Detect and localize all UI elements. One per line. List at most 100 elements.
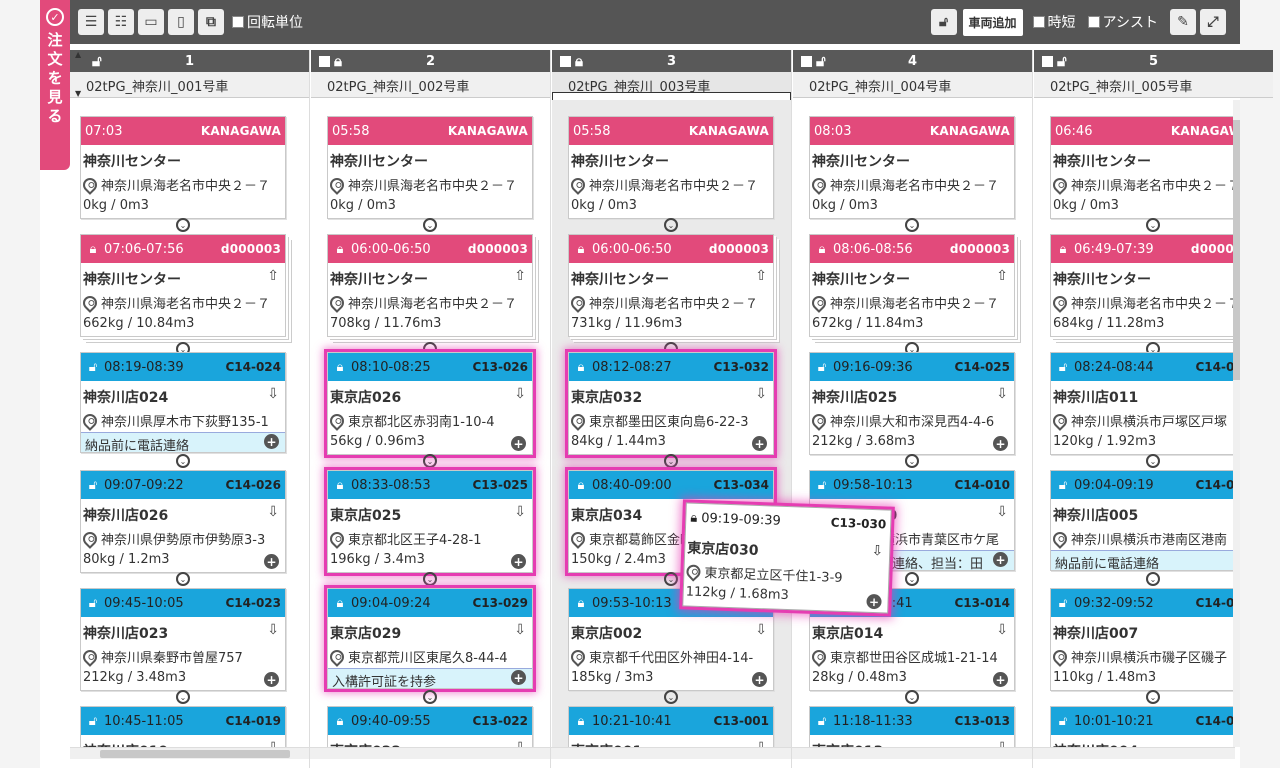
chevron-down-circle-icon[interactable]: ⌄ xyxy=(423,454,437,468)
lock-icon[interactable]: 🔓︎ xyxy=(85,595,101,611)
trip-card[interactable]: 🔒︎ 08:06-08:56 d000003 神奈川センター ⇧ 神奈川県海老名市中央２－… xyxy=(809,234,1015,337)
lock-icon[interactable]: 🔓︎ xyxy=(1055,713,1071,729)
link-view-icon[interactable]: ⧉ xyxy=(198,9,224,35)
lock-icon[interactable]: 🔒︎ xyxy=(814,241,830,257)
lock-icon[interactable]: 🔒︎ xyxy=(575,52,583,70)
stop-card[interactable]: 🔓︎ 08:19-08:39 C14-024 神奈川店024 ⇩ 神奈川県厚木市下荻野13… xyxy=(80,352,286,454)
stop-card[interactable]: 🔓︎ 09:07-09:22 C14-026 神奈川店026 ⇩ 神奈川県伊勢原市伊勢原3… xyxy=(80,470,286,573)
trip-card[interactable]: 🔒︎ 06:00-06:50 d000003 神奈川センター ⇧ 神奈川県海老名市中央２－… xyxy=(327,234,533,337)
chevron-down-circle-icon[interactable]: ⌄ xyxy=(1146,218,1160,232)
lock-icon[interactable]: 🔓︎ xyxy=(1055,477,1071,493)
plus-circle-icon[interactable]: + xyxy=(752,436,767,451)
lock-icon[interactable]: 🔓︎ xyxy=(85,713,101,729)
checkbox-box[interactable] xyxy=(232,16,244,28)
vehicle-column-header[interactable]: 🔒︎ 3 02tPG_神奈川_003号車 xyxy=(552,50,791,100)
row-scroll-arrows[interactable]: ▲ ▼ xyxy=(75,50,87,98)
depot-card[interactable]: 06:46 KANAGAWA 神奈川センター神奈川県海老名市中央２－７ 0kg / 0… xyxy=(1050,116,1235,219)
lock-icon[interactable]: 🔓︎ xyxy=(85,359,101,375)
chevron-down-circle-icon[interactable]: ⌄ xyxy=(664,218,678,232)
vehicle-column-header[interactable]: 🔓︎ 5 02tPG_神奈川_005号車 xyxy=(1034,50,1273,100)
chevron-down-circle-icon[interactable]: ⌄ xyxy=(664,690,678,704)
stop-card[interactable]: 🔒︎ 08:10-08:25 C13-026 東京店026 ⇩ 東京都北区赤羽南1-10-… xyxy=(324,349,536,458)
lock-icon[interactable]: 🔓︎ xyxy=(814,477,830,493)
stop-card[interactable]: 🔓︎11:18-11:33C13-013東京店013⇩ xyxy=(809,706,1015,748)
depot-card[interactable]: 07:03 KANAGAWA 神奈川センター 神奈川県海老名市中央２－７ 0kg / 0… xyxy=(80,116,286,219)
checkbox-box[interactable] xyxy=(1032,16,1045,28)
stop-card[interactable]: 🔓︎08:24-08:44 C14-011 神奈川店011⇩ 神奈川県横浜市戸塚区戸塚… xyxy=(1050,352,1235,455)
depot-card[interactable]: 08:03 KANAGAWA 神奈川センター 神奈川県海老名市中央２－７ 0kg / 0… xyxy=(809,116,1015,219)
compact-view-icon[interactable]: ☷ xyxy=(108,9,134,35)
lock-icon[interactable]: 🔒︎ xyxy=(334,52,342,70)
chevron-down-circle-icon[interactable]: ⌄ xyxy=(664,572,678,586)
chevron-down-circle-icon[interactable]: ⌄ xyxy=(664,454,678,468)
horizontal-scrollbar[interactable] xyxy=(70,747,1235,759)
chevron-down-circle-icon[interactable]: ⌄ xyxy=(176,690,190,704)
plus-circle-icon[interactable]: + xyxy=(993,552,1008,567)
arrow-down-icon[interactable]: ▼ xyxy=(75,89,87,98)
lock-icon[interactable]: 🔒︎ xyxy=(332,359,348,375)
scroll-thumb[interactable] xyxy=(100,750,290,758)
plus-circle-icon[interactable]: + xyxy=(993,672,1008,687)
stop-card[interactable]: 🔓︎ 09:16-09:36 C14-025 神奈川店025 ⇩ 神奈川県大和市深見西4-… xyxy=(809,352,1015,455)
plus-circle-icon[interactable]: + xyxy=(511,554,526,569)
lock-icon[interactable]: 🔒︎ xyxy=(332,241,348,257)
dragging-stop-card[interactable]: 🔒︎ 09:19-09:39 C13-030 東京店030 ⇩ 東京都足立区千住… xyxy=(679,499,895,617)
chevron-down-circle-icon[interactable]: ⌄ xyxy=(423,690,437,704)
stop-card[interactable]: 🔒︎ 09:04-09:24 C13-029 東京店029 ⇩ 東京都荒川区東尾久8-44… xyxy=(324,585,536,692)
stop-card[interactable]: 🔒︎10:21-10:41C13-001東京店001⇩ xyxy=(568,706,774,748)
lock-icon[interactable]: 🔒︎ xyxy=(332,713,348,729)
lock-icon[interactable]: 🔒︎ xyxy=(332,595,348,611)
lock-icon[interactable]: 🔒︎ xyxy=(690,510,697,525)
column-checkbox[interactable] xyxy=(319,55,330,67)
checkbox-box[interactable] xyxy=(1087,16,1100,28)
chevron-down-circle-icon[interactable]: ⌄ xyxy=(905,218,919,232)
trip-card[interactable]: 🔒︎ 07:06-07:56 d000003 神奈川センター ⇧ 神奈川県海老名市中央２－… xyxy=(80,234,286,337)
trip-card[interactable]: 🔒︎ 06:00-06:50 d000003 神奈川センター ⇧ 神奈川県海老名市中央２－… xyxy=(568,234,774,337)
lock-icon[interactable]: 🔒︎ xyxy=(1055,241,1071,257)
plus-circle-icon[interactable]: + xyxy=(752,672,767,687)
lock-icon[interactable]: 🔓︎ xyxy=(1057,52,1067,70)
vehicle-column-header[interactable]: 🔓︎ 4 02tPG_神奈川_004号車 xyxy=(793,50,1032,100)
vehicle-column-header[interactable]: 🔒︎ 2 02tPG_神奈川_002号車 xyxy=(311,50,550,100)
vertical-scrollbar[interactable] xyxy=(1233,100,1240,747)
lock-icon[interactable]: 🔓︎ xyxy=(816,52,826,70)
chevron-down-circle-icon[interactable]: ⌄ xyxy=(905,690,919,704)
lock-icon[interactable]: 🔒︎ xyxy=(573,477,589,493)
column-checkbox[interactable] xyxy=(560,55,571,67)
depot-card[interactable]: 05:58 KANAGAWA 神奈川センター 神奈川県海老名市中央２－７ 0kg / 0… xyxy=(327,116,533,219)
fullscreen-icon[interactable]: ⤢ xyxy=(1200,9,1226,35)
chevron-down-circle-icon[interactable]: ⌄ xyxy=(1146,690,1160,704)
scroll-thumb[interactable] xyxy=(1233,120,1240,380)
lock-icon[interactable]: 🔓︎ xyxy=(1055,595,1071,611)
stop-card[interactable]: 🔓︎ 09:45-10:05 C14-023 神奈川店023 ⇩ 神奈川県秦野市曽屋757… xyxy=(80,588,286,691)
lock-icon[interactable]: 🔒︎ xyxy=(85,241,101,257)
list-view-icon[interactable]: ☰ xyxy=(78,9,104,35)
lock-icon[interactable]: 🔓︎ xyxy=(930,9,957,35)
lock-icon[interactable]: 🔓︎ xyxy=(92,52,102,70)
lock-icon[interactable]: 🔒︎ xyxy=(332,477,348,493)
stop-card[interactable]: 🔓︎10:01-10:21C14-004神奈川店004⇩ xyxy=(1050,706,1235,748)
stop-card[interactable]: 🔓︎09:04-09:19 C14-005 神奈川店005⇩ 神奈川県横浜市港南区港南… xyxy=(1050,470,1235,572)
vehicle-column-header[interactable]: 🔓︎ 1 02tPG_神奈川_001号車 xyxy=(70,50,309,100)
card-view-icon[interactable]: ▭ xyxy=(138,9,164,35)
rotation-unit-checkbox[interactable]: 回転単位 xyxy=(232,12,303,32)
chevron-down-circle-icon[interactable]: ⌄ xyxy=(423,218,437,232)
chevron-down-circle-icon[interactable]: ⌄ xyxy=(176,572,190,586)
plus-circle-icon[interactable]: + xyxy=(866,593,882,610)
chevron-down-circle-icon[interactable]: ⌄ xyxy=(1146,572,1160,586)
stop-card[interactable]: 🔒︎ 08:33-08:53 C13-025 東京店025 ⇩ 東京都北区王子4-28-1… xyxy=(324,467,536,576)
stop-card[interactable]: 🔓︎10:45-11:05C14-019神奈川店019⇩ xyxy=(80,706,286,748)
lock-icon[interactable]: 🔒︎ xyxy=(573,241,589,257)
chevron-down-circle-icon[interactable]: ⌄ xyxy=(905,572,919,586)
lock-icon[interactable]: 🔒︎ xyxy=(573,359,589,375)
lock-icon[interactable]: 🔒︎ xyxy=(573,713,589,729)
column-checkbox[interactable] xyxy=(1042,55,1053,67)
stop-card[interactable]: 🔒︎09:40-09:55C13-022東京店022⇩ xyxy=(327,706,533,748)
plus-circle-icon[interactable]: + xyxy=(264,554,279,569)
view-orders-tab[interactable]: ✓ 注文を見る xyxy=(40,0,70,170)
short-time-checkbox[interactable]: 時短 xyxy=(1032,12,1076,32)
column-checkbox[interactable] xyxy=(801,55,812,67)
plus-circle-icon[interactable]: + xyxy=(993,436,1008,451)
lock-icon[interactable]: 🔓︎ xyxy=(85,477,101,493)
add-vehicle-button[interactable]: 車両追加 xyxy=(962,8,1023,36)
